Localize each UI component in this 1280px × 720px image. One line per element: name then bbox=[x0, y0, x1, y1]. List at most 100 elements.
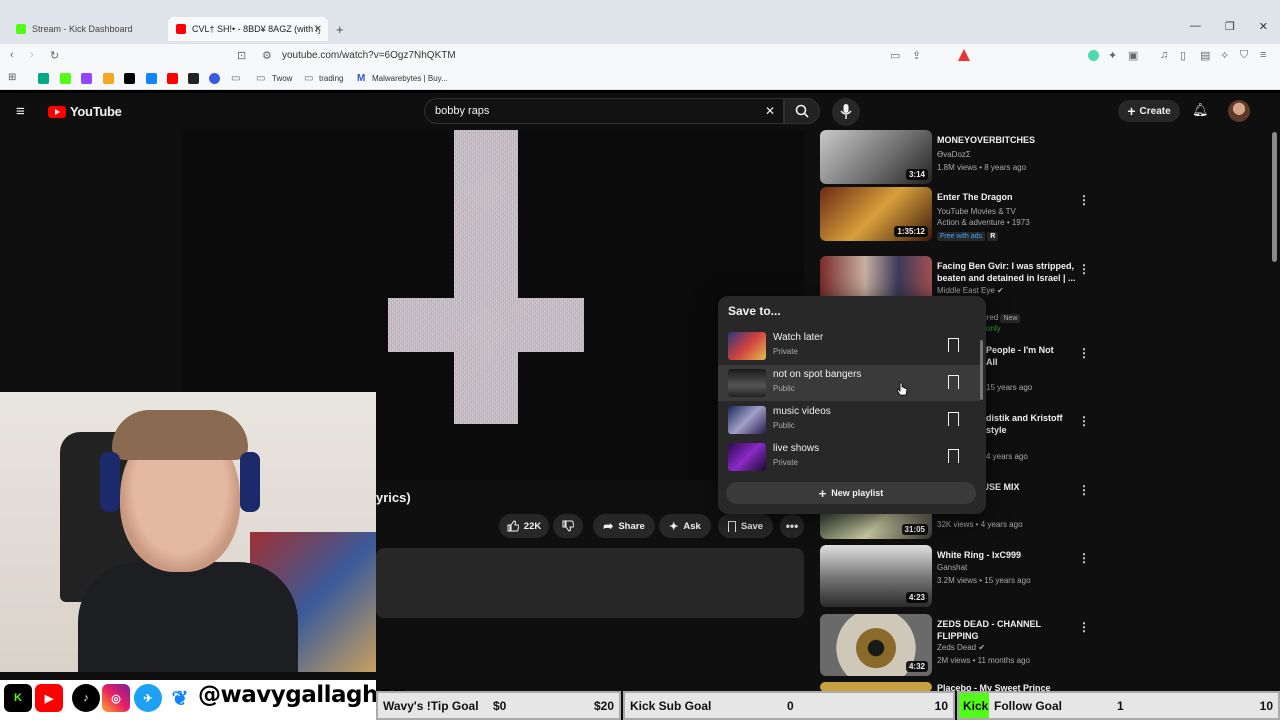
more-icon[interactable]: ⋮ bbox=[1078, 620, 1090, 634]
playlist-item[interactable]: not on spot bangers Public bbox=[718, 365, 980, 401]
more-icon[interactable]: ⋮ bbox=[1078, 193, 1090, 207]
goal-label: Follow Goal bbox=[994, 699, 1062, 713]
related-channel: ϴvaDozΣ bbox=[937, 150, 971, 159]
create-button[interactable]: + Create bbox=[1118, 100, 1180, 122]
new-badge: New bbox=[1000, 314, 1021, 323]
folder-icon[interactable]: ▭ bbox=[231, 73, 240, 84]
bookmarks-bar: ⊞ ▭ ▭ Twow ▭ trading M Malwarebytes | Bu… bbox=[0, 68, 1280, 90]
related-video[interactable]: 1:35:12 Enter The Dragon YouTube Movies … bbox=[820, 187, 1090, 247]
extension-icon[interactable] bbox=[1088, 50, 1099, 61]
related-video[interactable]: 4:23 White Ring - IxC999 Ganshat 3.2M vi… bbox=[820, 545, 1090, 607]
notifications-bell-icon[interactable]: 🔔︎ bbox=[1192, 102, 1209, 118]
goal-target: $20 bbox=[593, 699, 614, 713]
wallet-icon[interactable]: ▣ bbox=[1128, 49, 1138, 62]
ask-button[interactable]: ✦ Ask bbox=[659, 514, 711, 538]
close-tab-icon[interactable]: ✕ bbox=[314, 24, 322, 35]
more-icon[interactable]: ⋮ bbox=[1078, 346, 1090, 360]
related-video[interactable]: 3:14 MONEYOVERBITCHES ϴvaDozΣ 1.8M views… bbox=[820, 130, 1090, 190]
maximize-icon[interactable]: ❐ bbox=[1225, 20, 1235, 33]
related-meta: 3.2M views • 15 years ago bbox=[937, 576, 1031, 585]
new-tab-button[interactable]: + bbox=[336, 22, 344, 37]
minimize-icon[interactable]: — bbox=[1190, 20, 1201, 33]
url-field[interactable]: youtube.com/watch?v=6Ogz7NhQKTM bbox=[282, 50, 456, 61]
dislike-button[interactable] bbox=[553, 514, 583, 538]
search-button[interactable] bbox=[784, 98, 820, 124]
search-input[interactable] bbox=[435, 105, 755, 117]
goal-current: 1 bbox=[1117, 699, 1124, 713]
playlist-item[interactable]: live shows Private bbox=[718, 439, 980, 475]
bookmark-icon[interactable] bbox=[947, 412, 959, 430]
goal-current: $0 bbox=[493, 699, 507, 713]
bookmark-icon[interactable] bbox=[209, 73, 220, 84]
video-thumbnail: 4:32 bbox=[820, 614, 932, 676]
video-thumbnail: 4:23 bbox=[820, 545, 932, 607]
hamburger-menu-icon[interactable]: ≡ bbox=[16, 103, 25, 120]
bookmark-trading[interactable]: trading bbox=[319, 74, 343, 83]
plus-icon: + bbox=[1127, 103, 1136, 119]
bookmark-icon[interactable] bbox=[38, 73, 49, 84]
share-label: Share bbox=[618, 520, 645, 532]
playlist-name: Watch later bbox=[773, 332, 824, 343]
forward-icon[interactable]: › bbox=[30, 49, 34, 61]
bookmark-icon[interactable] bbox=[947, 375, 959, 393]
apps-icon[interactable]: ⊞ bbox=[8, 72, 16, 83]
related-video[interactable]: 4:32 ZEDS DEAD - CHANNEL FLIPPING Zeds D… bbox=[820, 614, 1090, 676]
wallet-2-icon[interactable]: ▤ bbox=[1200, 49, 1210, 62]
bluesky-icon[interactable] bbox=[146, 73, 157, 84]
bookmark-icon[interactable] bbox=[947, 338, 959, 356]
goal-label: Wavy's !Tip Goal bbox=[383, 699, 479, 713]
dialog-scrollbar[interactable] bbox=[980, 340, 983, 400]
playlist-item[interactable]: Watch later Private bbox=[718, 328, 980, 364]
voice-search-button[interactable] bbox=[832, 98, 860, 126]
related-channel: YouTube Movies & TV bbox=[937, 207, 1016, 216]
more-icon[interactable]: ⋮ bbox=[1078, 262, 1090, 276]
twitch-icon[interactable] bbox=[81, 73, 92, 84]
sidebar-icon[interactable]: ▯ bbox=[1180, 49, 1186, 62]
x-icon[interactable] bbox=[124, 73, 135, 84]
save-button[interactable]: Save bbox=[718, 514, 773, 538]
leo-icon[interactable]: ✧ bbox=[1220, 49, 1229, 62]
playlist-item[interactable]: music videos Public bbox=[718, 402, 980, 438]
music-icon[interactable]: ♫ bbox=[1160, 49, 1168, 61]
menu-icon[interactable]: ≡ bbox=[1260, 49, 1266, 61]
site-info-icon[interactable]: ⚙ bbox=[262, 49, 272, 62]
bookmark-page-icon[interactable]: ⊡ bbox=[237, 49, 246, 62]
brave-rewards-icon[interactable] bbox=[958, 49, 970, 61]
page-scrollbar[interactable] bbox=[1272, 132, 1277, 262]
more-actions-button[interactable]: ••• bbox=[780, 514, 804, 538]
bookmark-icon[interactable] bbox=[947, 449, 959, 467]
duration: 4:32 bbox=[905, 661, 928, 672]
tab-kick-dashboard[interactable]: Stream - Kick Dashboard bbox=[8, 17, 168, 41]
youtube-bookmark-icon[interactable] bbox=[167, 73, 178, 84]
like-button[interactable]: 22K bbox=[499, 514, 549, 538]
folder-icon: ▭ bbox=[304, 73, 314, 84]
more-icon[interactable]: ⋮ bbox=[1078, 551, 1090, 565]
reload-icon[interactable]: ↻ bbox=[50, 49, 59, 62]
more-icon[interactable]: ⋮ bbox=[1078, 483, 1090, 497]
video-thumbnail: 31:05 bbox=[820, 513, 932, 539]
bookmark-icon[interactable] bbox=[103, 73, 114, 84]
clear-search-icon[interactable]: ✕ bbox=[765, 104, 775, 118]
description-box[interactable] bbox=[376, 548, 804, 618]
back-icon[interactable]: ‹ bbox=[10, 49, 14, 61]
youtube-logo[interactable]: YouTube bbox=[48, 104, 122, 119]
mouse-cursor-icon bbox=[896, 382, 908, 396]
bookmark-twow[interactable]: Twow bbox=[272, 74, 292, 83]
kick-bookmark-icon[interactable] bbox=[60, 73, 71, 84]
install-icon[interactable]: ▭ bbox=[890, 49, 900, 62]
related-title: distik and Kristoff bbox=[986, 413, 1063, 423]
extensions-icon[interactable]: ✦ bbox=[1108, 49, 1117, 62]
tab-youtube[interactable]: CVL† SH!• - 8BD¥ 8AGZ (with ly ✕ bbox=[168, 17, 328, 41]
new-playlist-button[interactable]: + New playlist bbox=[726, 482, 976, 504]
close-window-icon[interactable]: ✕ bbox=[1259, 20, 1268, 33]
bookmark-icon[interactable] bbox=[188, 73, 199, 84]
share-page-icon[interactable]: ⇪ bbox=[912, 49, 921, 62]
share-button[interactable]: ➦ Share bbox=[593, 514, 655, 538]
vpn-icon[interactable]: ⛉ bbox=[1240, 49, 1248, 62]
bookmark-malwarebytes[interactable]: Malwarebytes | Buy... bbox=[372, 74, 448, 83]
avatar[interactable] bbox=[1228, 100, 1250, 122]
youtube-masthead: ≡ YouTube ✕ + Create 🔔︎ bbox=[0, 93, 1280, 130]
save-label: Save bbox=[740, 520, 764, 532]
more-icon[interactable]: ⋮ bbox=[1078, 414, 1090, 428]
playlist-thumbnail bbox=[728, 443, 766, 471]
